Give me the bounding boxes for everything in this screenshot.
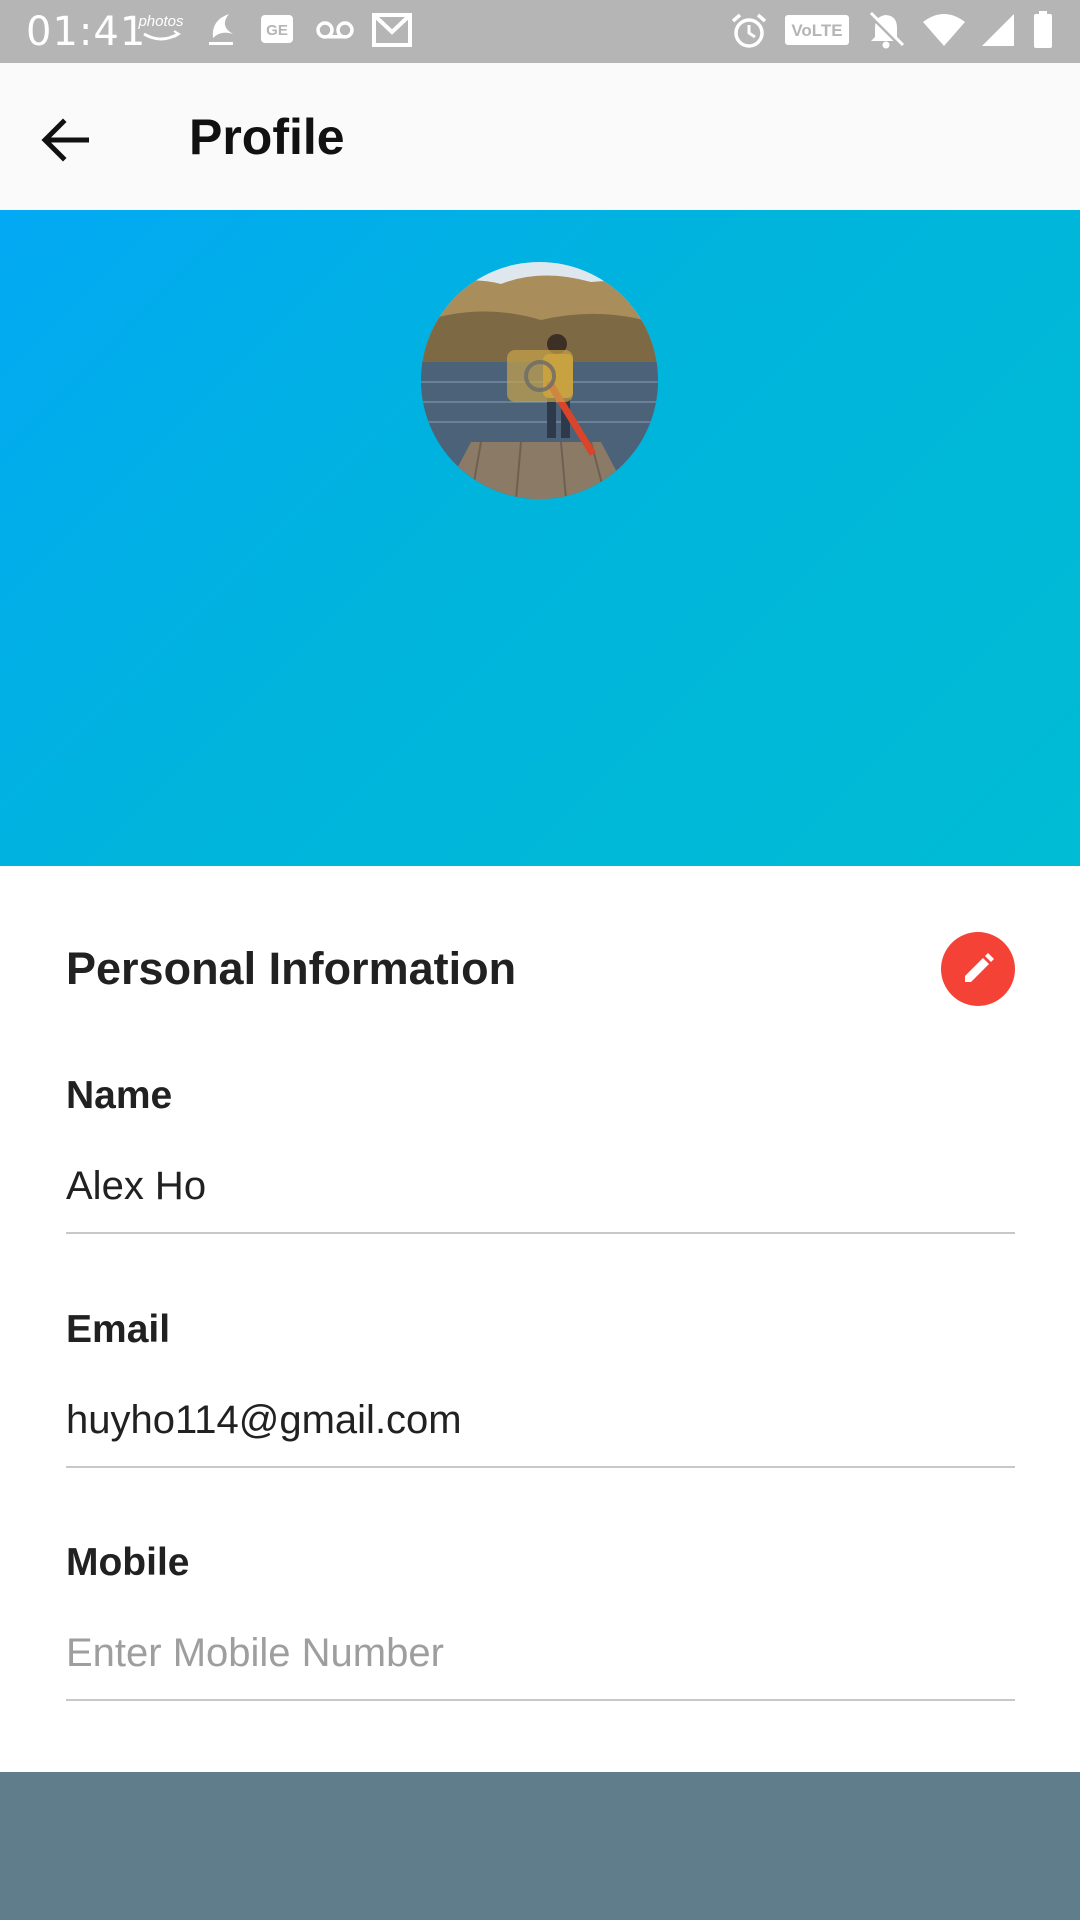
gmail-icon: [372, 12, 412, 53]
profile-photo: [421, 262, 658, 499]
wifi-icon: [921, 12, 967, 53]
back-button[interactable]: [30, 105, 100, 175]
email-field: Email: [66, 1306, 1015, 1496]
avatar[interactable]: [421, 262, 658, 499]
name-field: Name: [66, 1072, 1015, 1262]
arrow-back-icon: [41, 118, 89, 162]
edit-button[interactable]: [941, 932, 1015, 1006]
svg-text:VoLTE: VoLTE: [791, 21, 842, 40]
email-underline: [66, 1466, 1015, 1468]
app-bar: Profile: [0, 63, 1080, 210]
status-bar: 01:41 photos GE VoLTE: [0, 0, 1080, 63]
alarm-icon: [730, 12, 768, 55]
page-title: Profile: [189, 109, 345, 165]
ge-icon: GE: [260, 14, 294, 49]
svg-text:GE: GE: [266, 22, 288, 39]
name-underline: [66, 1232, 1015, 1234]
voicemail-icon: [316, 18, 354, 47]
moon-app-icon: [203, 10, 239, 55]
pencil-icon: [965, 953, 994, 982]
notifications-off-icon: [867, 10, 905, 55]
name-label: Name: [66, 1074, 173, 1117]
email-input[interactable]: [66, 1390, 1015, 1450]
bottom-bar: [0, 1772, 1080, 1920]
name-input[interactable]: [66, 1156, 1015, 1216]
svg-text:photos: photos: [138, 13, 184, 30]
email-label: Email: [66, 1308, 171, 1351]
amazon-photos-icon: photos: [137, 10, 184, 55]
battery-icon: [1032, 10, 1054, 55]
mobile-input[interactable]: [66, 1623, 1015, 1683]
mobile-field: Mobile: [66, 1539, 1015, 1729]
mobile-underline: [66, 1699, 1015, 1701]
mobile-label: Mobile: [66, 1541, 190, 1584]
signal-icon: [980, 12, 1016, 53]
profile-header: [0, 210, 1080, 866]
section-title: Personal Information: [66, 943, 517, 994]
volte-icon: VoLTE: [784, 14, 850, 51]
status-time: 01:41: [26, 9, 147, 55]
